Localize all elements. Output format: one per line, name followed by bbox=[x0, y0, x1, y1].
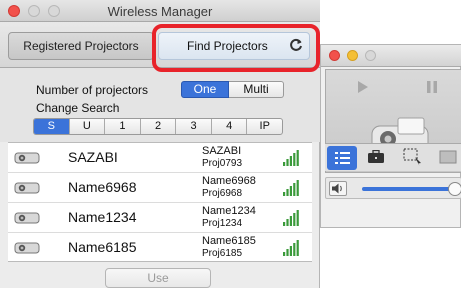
projector-name: SAZABI bbox=[68, 149, 118, 165]
screenshot: Wireless Manager Registered Projectors F… bbox=[0, 0, 461, 288]
speaker-icon[interactable] bbox=[329, 181, 347, 196]
search-tab-3[interactable]: 3 bbox=[175, 119, 211, 134]
signal-strength-icon bbox=[283, 210, 299, 226]
search-tab-u[interactable]: U bbox=[68, 119, 105, 134]
signal-strength-icon bbox=[283, 150, 299, 166]
search-tab-2[interactable]: 2 bbox=[139, 119, 176, 134]
play-icon[interactable] bbox=[356, 80, 370, 94]
list-item[interactable]: Name6968 Name6968 Proj6968 bbox=[8, 173, 312, 203]
briefcase-icon[interactable] bbox=[367, 150, 385, 164]
projector-icon bbox=[14, 182, 40, 194]
projector-id-line2: Proj6968 bbox=[202, 188, 243, 199]
projector-list: SAZABI SAZABI Proj0793 Name6968 Name6968… bbox=[8, 142, 312, 262]
number-of-projectors-label: Number of projectors bbox=[36, 83, 149, 97]
list-view-button[interactable] bbox=[327, 146, 357, 170]
selection-icon[interactable] bbox=[403, 148, 423, 166]
search-settings-panel: Number of projectors One Multi Change Se… bbox=[0, 68, 320, 142]
control-toolbar bbox=[325, 143, 461, 171]
signal-strength-icon bbox=[283, 180, 299, 196]
list-icon bbox=[335, 152, 350, 164]
search-type-selector: S U 1 2 3 4 IP bbox=[33, 118, 283, 135]
projector-id-line2: Proj6185 bbox=[202, 248, 243, 259]
change-search-label: Change Search bbox=[36, 101, 120, 115]
list-item[interactable]: Name6185 Name6185 Proj6185 bbox=[8, 233, 312, 263]
projector-id-line1: Name1234 bbox=[202, 205, 256, 217]
zoom-icon[interactable] bbox=[365, 50, 376, 61]
search-tab-ip[interactable]: IP bbox=[246, 119, 282, 134]
control-window bbox=[320, 44, 461, 228]
projector-id-line2: Proj0793 bbox=[202, 158, 243, 169]
projector-id-line2: Proj1234 bbox=[202, 218, 243, 229]
search-tab-s[interactable]: S bbox=[34, 119, 69, 134]
projector-icon bbox=[14, 212, 40, 224]
tab-registered-projectors[interactable]: Registered Projectors bbox=[8, 32, 154, 60]
use-button[interactable]: Use bbox=[105, 268, 211, 288]
title-bar: Wireless Manager bbox=[0, 0, 320, 22]
option-one-button[interactable]: One bbox=[181, 81, 229, 98]
volume-slider-knob[interactable] bbox=[448, 182, 461, 196]
window-title: Wireless Manager bbox=[107, 4, 213, 19]
search-tab-1[interactable]: 1 bbox=[104, 119, 140, 134]
highlight-callout bbox=[152, 24, 320, 72]
projector-id-line1: Name6968 bbox=[202, 175, 256, 187]
control-window-title-bar bbox=[321, 45, 461, 67]
option-multi-button[interactable]: Multi bbox=[229, 81, 284, 98]
pause-icon[interactable] bbox=[426, 80, 438, 94]
projector-id-line1: Name6185 bbox=[202, 235, 256, 247]
window-icon[interactable] bbox=[439, 150, 457, 164]
search-tab-4[interactable]: 4 bbox=[210, 119, 247, 134]
projector-icon bbox=[14, 242, 40, 254]
minimize-icon[interactable] bbox=[347, 50, 358, 61]
close-icon[interactable] bbox=[329, 50, 340, 61]
projector-icon bbox=[14, 152, 40, 164]
projector-name: Name6185 bbox=[68, 239, 137, 255]
projector-name: Name6968 bbox=[68, 179, 137, 195]
volume-control bbox=[325, 177, 461, 199]
list-item[interactable]: SAZABI SAZABI Proj0793 bbox=[8, 143, 312, 173]
list-item[interactable]: Name1234 Name1234 Proj1234 bbox=[8, 203, 312, 233]
volume-slider[interactable] bbox=[362, 187, 458, 191]
projector-id-line1: SAZABI bbox=[202, 145, 242, 157]
projector-name: Name1234 bbox=[68, 209, 137, 225]
signal-strength-icon bbox=[283, 240, 299, 256]
